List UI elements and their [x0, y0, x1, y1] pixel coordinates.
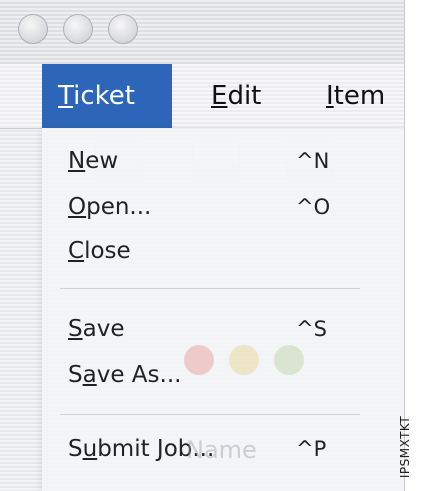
side-caption: IPSMXTKT — [398, 400, 424, 491]
menu-item-save-as[interactable]: Save As... — [68, 354, 388, 396]
submit-job-shortcut: ^P — [296, 437, 327, 461]
app-window: Ticket Edit Item New ^N Open... ^O Close… — [0, 0, 405, 491]
new-mnemonic: N — [68, 148, 86, 174]
menu-item-label-rest: tem — [333, 81, 386, 111]
menu-ticket-label-rest: icket — [73, 81, 135, 111]
menu-ticket-mnemonic: T — [58, 81, 74, 111]
menu-item-new[interactable]: New ^N — [68, 140, 388, 182]
close-window-button[interactable] — [18, 14, 48, 44]
close-mnemonic: C — [68, 238, 85, 264]
ghost-name-label: Name — [186, 436, 257, 464]
menu-separator — [60, 414, 360, 415]
submit-job-prefix: S — [68, 436, 83, 462]
ghost-red-dot — [184, 345, 214, 375]
close-label-rest: lose — [84, 238, 131, 264]
ticket-dropdown-menu: New ^N Open... ^O Close Save ^S Save As.… — [42, 128, 404, 491]
menu-item-mnemonic: I — [326, 81, 334, 111]
menu-separator — [60, 288, 360, 289]
submit-job-mnemonic: u — [82, 436, 98, 462]
save-shortcut: ^S — [296, 317, 327, 341]
save-mnemonic: S — [68, 316, 83, 342]
side-caption-text: IPSMXTKT — [398, 415, 413, 479]
ghost-green-dot — [274, 345, 304, 375]
menu-edit[interactable]: Edit — [195, 64, 277, 128]
ghost-yellow-dot — [229, 345, 259, 375]
open-mnemonic: O — [68, 194, 87, 220]
menu-edit-mnemonic: E — [211, 81, 228, 111]
new-label-rest: ew — [85, 148, 119, 174]
new-shortcut: ^N — [296, 149, 330, 173]
save-as-label-rest: ve As... — [96, 362, 182, 388]
menu-ticket[interactable]: Ticket — [42, 64, 172, 128]
open-shortcut: ^O — [296, 195, 331, 219]
save-label-rest: ave — [82, 316, 125, 342]
menu-bar: Ticket Edit Item — [0, 64, 404, 129]
open-label-rest: pen... — [86, 194, 152, 220]
zoom-window-button[interactable] — [108, 14, 138, 44]
title-bar — [0, 0, 404, 65]
menu-item-open[interactable]: Open... ^O — [68, 186, 388, 228]
menu-item-save[interactable]: Save ^S — [68, 308, 388, 350]
save-as-mnemonic: a — [82, 362, 97, 388]
menu-item-close[interactable]: Close — [68, 230, 388, 272]
minimize-window-button[interactable] — [63, 14, 93, 44]
save-as-prefix: S — [68, 362, 83, 388]
menu-edit-label-rest: dit — [227, 81, 262, 111]
menu-item[interactable]: Item — [310, 64, 401, 128]
